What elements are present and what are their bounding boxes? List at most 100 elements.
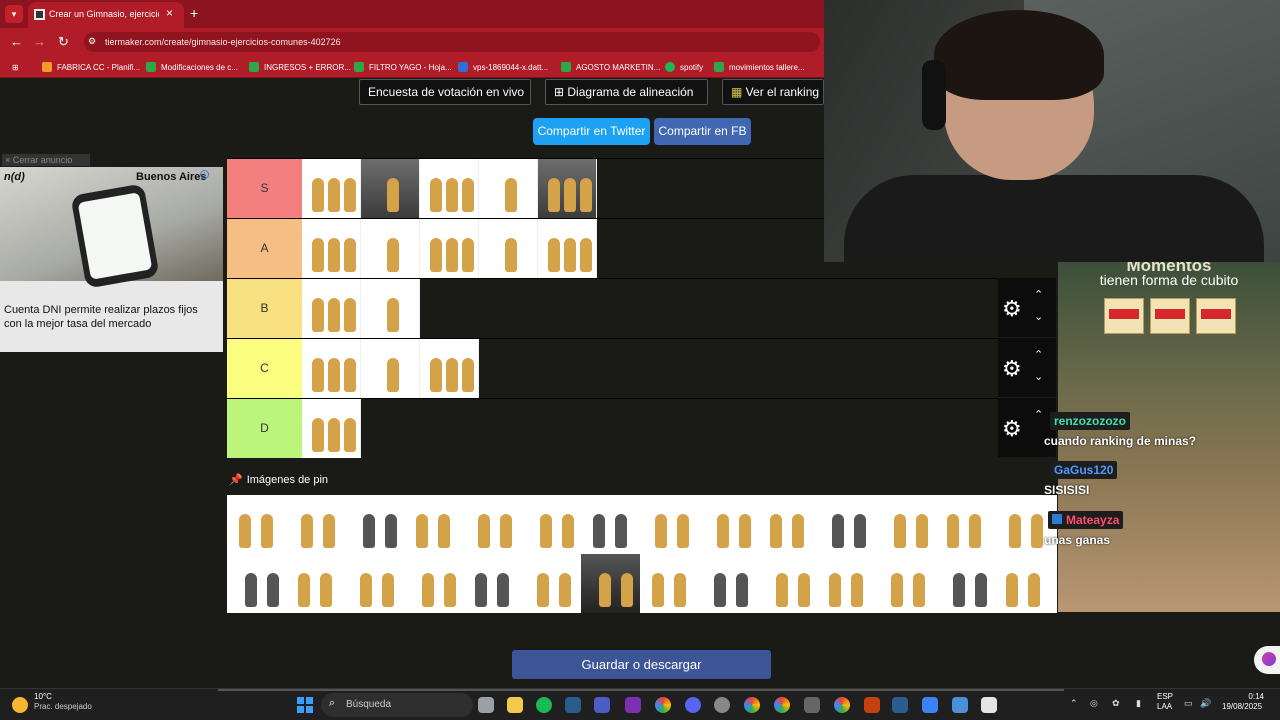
bookmark-item[interactable]: FABRICA CC - Planifi... [42,61,140,73]
windows-start-icon[interactable] [297,697,313,713]
spotify-icon[interactable] [536,697,552,713]
chrome-icon[interactable] [744,697,760,713]
pinned-exercise-image[interactable] [463,554,522,613]
bookmark-item[interactable]: AGOSTO MARKETIN... [561,61,660,73]
share-facebook-button[interactable]: Compartir en FB [654,118,751,145]
bookmark-item[interactable]: vps-1869044-x.datt... [458,61,548,73]
share-twitter-button[interactable]: Compartir en Twitter [533,118,650,145]
gear-icon[interactable]: ⚙ [1002,296,1022,322]
weather-temperature[interactable]: 10°C [34,692,52,701]
pinned-exercise-image[interactable] [876,495,935,554]
app-icon[interactable] [804,697,820,713]
tray-chevron-icon[interactable]: ⌃ [1070,698,1078,709]
pinned-exercise-image[interactable] [404,495,463,554]
chrome-icon[interactable] [774,697,790,713]
back-arrow-icon[interactable]: ← [10,34,23,49]
clock-date[interactable]: 19/08/2025 [1222,702,1262,711]
url-bar[interactable]: ⚙ tiermaker.com/create/gimnasio-ejercici… [84,32,820,52]
pinned-exercise-image[interactable] [758,495,817,554]
exercise-image[interactable] [420,159,479,218]
language-indicator[interactable]: ESP [1157,692,1173,701]
microphone-icon[interactable]: ▮ [1136,698,1141,709]
bookmark-item[interactable]: spotify [665,61,703,73]
tray-app-icon[interactable]: ◎ [1090,698,1098,709]
steam-icon[interactable] [565,697,581,713]
exercise-image[interactable] [538,159,597,218]
bookmark-item[interactable]: movimientos tallere... [714,61,805,73]
steam-icon[interactable] [892,697,908,713]
assistant-bubble[interactable] [1254,646,1280,674]
pinned-exercise-image[interactable] [522,495,581,554]
volume-icon[interactable]: 🔊 [1200,698,1211,709]
pinned-exercise-image[interactable] [345,495,404,554]
pinned-exercise-image[interactable] [286,554,345,613]
close-ad-button[interactable]: × Cerrar anuncio [2,154,90,166]
exercise-image[interactable] [302,219,361,278]
bookmark-item[interactable]: Modificaciones de c... [146,61,238,73]
exercise-image[interactable] [302,279,361,338]
pinned-exercise-image[interactable] [581,554,640,613]
chrome-icon[interactable] [655,697,671,713]
exercise-image[interactable] [361,279,420,338]
exercise-image[interactable] [420,339,479,398]
gear-icon[interactable]: ⚙ [1002,416,1022,442]
exercise-image[interactable] [479,159,538,218]
pinned-exercise-image[interactable] [522,554,581,613]
task-view-icon[interactable] [478,697,494,713]
bookmark-item[interactable]: INGRESOS + ERROR... [249,61,351,73]
gear-icon[interactable]: ⚙ [1002,356,1022,382]
forward-arrow-icon[interactable]: → [33,34,46,49]
app-icon[interactable] [922,697,938,713]
pinned-exercise-image[interactable] [227,495,286,554]
onenote-icon[interactable] [625,697,641,713]
pinned-exercise-image[interactable] [463,495,522,554]
app-icon[interactable] [714,697,730,713]
pinned-exercise-image[interactable] [699,554,758,613]
exercise-image[interactable] [302,159,361,218]
chrome-icon[interactable] [834,697,850,713]
pinned-exercise-image[interactable] [935,554,994,613]
alignment-chart-button[interactable]: ⊞ Diagrama de alineación [545,79,708,105]
app-icon[interactable] [981,697,997,713]
tier-label[interactable]: B [227,279,302,338]
advertisement[interactable]: n(d) Buenos Aires i Cuenta DNI permite r… [0,167,223,352]
tab-search-button[interactable]: ▾ [5,5,23,23]
bookmark-item[interactable]: FILTRO YAGO - Hoja... [354,61,452,73]
tier-label[interactable]: S [227,159,302,218]
pinned-exercise-image[interactable] [935,495,994,554]
site-info-icon[interactable]: ⚙ [88,36,96,47]
tier-label[interactable]: D [227,399,302,458]
chevron-up-icon[interactable]: ⌃ [1034,348,1043,361]
url-text[interactable]: tiermaker.com/create/gimnasio-ejercicios… [105,37,341,47]
tier-row-d[interactable]: D [227,398,998,458]
exercise-image[interactable] [479,219,538,278]
weather-icon[interactable] [12,697,28,713]
tier-label[interactable]: C [227,339,302,398]
weather-description[interactable]: Prac. despejado [34,702,92,711]
exercise-image[interactable] [420,219,479,278]
pinned-exercise-image[interactable] [817,495,876,554]
tier-row-b[interactable]: B [227,278,998,338]
exercise-image[interactable] [361,339,420,398]
new-tab-button[interactable]: + [190,5,198,21]
reload-icon[interactable]: ↻ [58,34,69,50]
tier-row-c[interactable]: C [227,338,998,398]
close-icon[interactable]: × [166,6,173,20]
ad-info-icon[interactable]: i [200,170,209,179]
tray-app-icon[interactable]: ✿ [1112,698,1120,709]
monitor-icon[interactable]: ▭ [1184,698,1193,709]
pinned-exercise-image[interactable] [994,554,1053,613]
chevron-down-icon[interactable]: ⌄ [1034,370,1043,383]
apps-icon[interactable]: ⊞ [12,61,19,73]
exercise-image[interactable] [302,339,361,398]
file-explorer-icon[interactable] [507,697,523,713]
exercise-image[interactable] [302,399,361,458]
pinned-exercise-image[interactable] [758,554,817,613]
notepad-icon[interactable] [952,697,968,713]
tier-label[interactable]: A [227,219,302,278]
ad-headline[interactable]: Cuenta DNI permite realizar plazos fijos… [4,303,216,331]
browser-tab[interactable]: Crear un Gimnasio, ejercicios c × [28,2,184,28]
clock-time[interactable]: 0:14 [1232,692,1264,701]
pinned-exercise-image[interactable] [640,495,699,554]
pinned-exercise-image[interactable] [286,495,345,554]
